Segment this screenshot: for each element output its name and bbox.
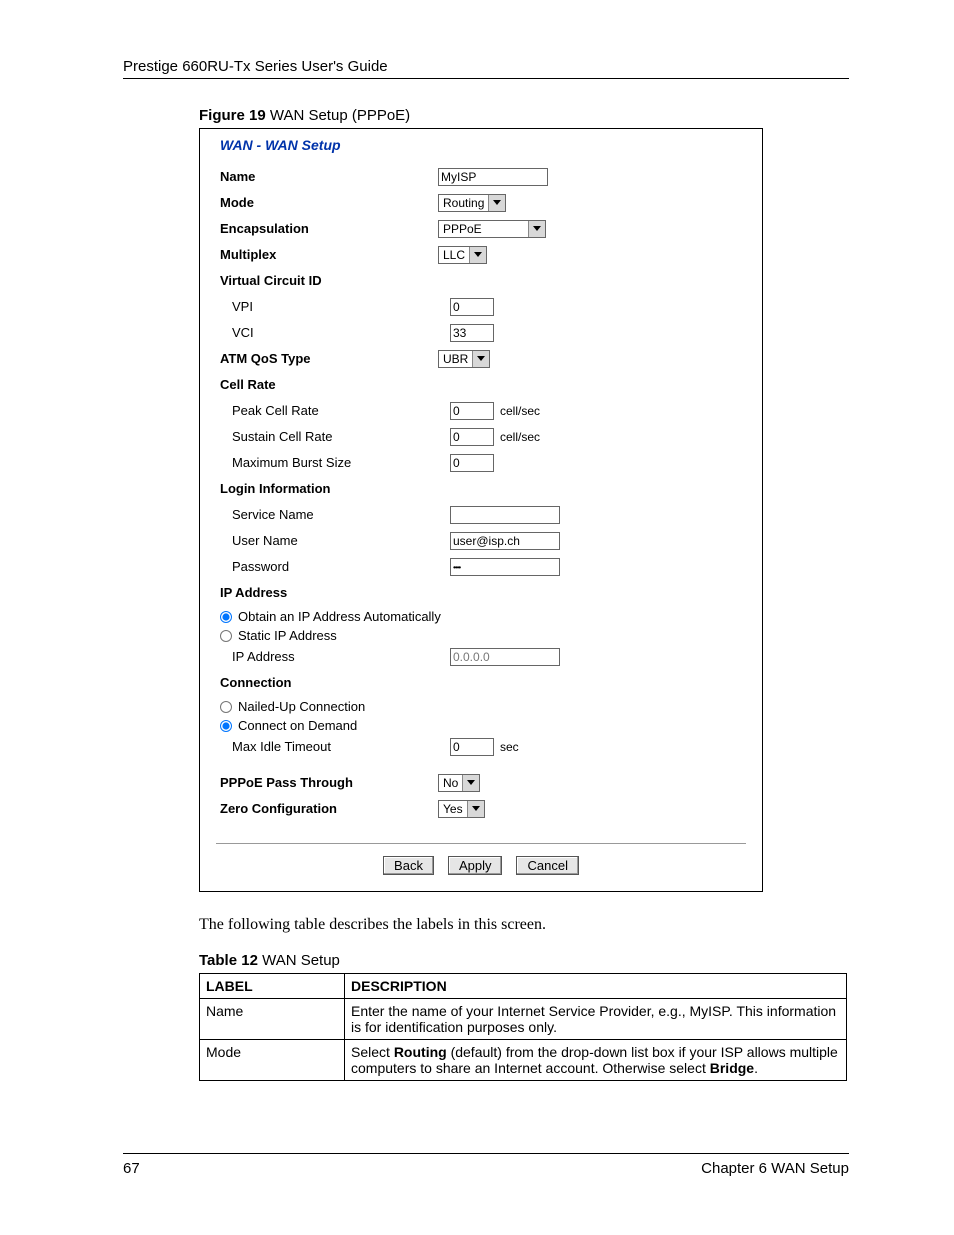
table-cell: Enter the name of your Internet Service …: [345, 999, 847, 1040]
cellrate-label: Cell Rate: [220, 375, 438, 395]
cancel-button[interactable]: Cancel: [516, 856, 578, 875]
zero-config-select[interactable]: Yes: [438, 800, 485, 818]
ip-auto-radio[interactable]: [220, 611, 232, 623]
scr-unit: cell/sec: [498, 427, 540, 447]
vci-input[interactable]: [450, 324, 494, 342]
pcr-unit: cell/sec: [498, 401, 540, 421]
mode-label: Mode: [220, 193, 438, 213]
table-header-description: DESCRIPTION: [345, 974, 847, 999]
ondemand-text: Connect on Demand: [238, 718, 357, 733]
vci-label: VCI: [220, 323, 450, 343]
idle-input[interactable]: [450, 738, 494, 756]
zero-config-label: Zero Configuration: [220, 799, 438, 819]
chevron-down-icon: [488, 195, 505, 211]
vpi-input[interactable]: [450, 298, 494, 316]
password-label: Password: [220, 557, 450, 577]
chevron-down-icon: [528, 221, 545, 237]
table-row: Mode Select Routing (default) from the d…: [200, 1040, 847, 1081]
scr-input[interactable]: [450, 428, 494, 446]
pppoe-passthrough-value: No: [439, 775, 462, 791]
doc-title: Prestige 660RU-Tx Series User's Guide: [123, 58, 849, 75]
pppoe-passthrough-select[interactable]: No: [438, 774, 480, 792]
multiplex-select-value: LLC: [439, 247, 469, 263]
table-cell: Mode: [200, 1040, 345, 1081]
ip-static-text: Static IP Address: [238, 628, 337, 643]
qos-select[interactable]: UBR: [438, 350, 490, 368]
body-paragraph: The following table describes the labels…: [199, 916, 849, 934]
password-input[interactable]: [450, 558, 560, 576]
service-name-label: Service Name: [220, 505, 450, 525]
qos-select-value: UBR: [439, 351, 472, 367]
idle-label: Max Idle Timeout: [220, 737, 450, 757]
chevron-down-icon: [462, 775, 479, 791]
pppoe-passthrough-label: PPPoE Pass Through: [220, 773, 438, 793]
panel-title: WAN - WAN Setup: [220, 137, 742, 153]
chevron-down-icon: [469, 247, 486, 263]
mbs-label: Maximum Burst Size: [220, 453, 450, 473]
name-label: Name: [220, 167, 438, 187]
multiplex-label: Multiplex: [220, 245, 438, 265]
encapsulation-label: Encapsulation: [220, 219, 438, 239]
zero-config-value: Yes: [439, 801, 467, 817]
username-label: User Name: [220, 531, 450, 551]
scr-label: Sustain Cell Rate: [220, 427, 450, 447]
vcid-label: Virtual Circuit ID: [220, 271, 438, 291]
nailed-radio[interactable]: [220, 701, 232, 713]
wan-setup-panel: WAN - WAN Setup Name Mode Routing Encaps…: [199, 128, 763, 892]
ondemand-radio[interactable]: [220, 720, 232, 732]
ip-auto-text: Obtain an IP Address Automatically: [238, 609, 441, 624]
mbs-input[interactable]: [450, 454, 494, 472]
nailed-text: Nailed-Up Connection: [238, 699, 365, 714]
pcr-input[interactable]: [450, 402, 494, 420]
ip-field-label: IP Address: [220, 647, 450, 667]
back-button[interactable]: Back: [383, 856, 434, 875]
username-input[interactable]: [450, 532, 560, 550]
chevron-down-icon: [472, 351, 489, 367]
mode-select[interactable]: Routing: [438, 194, 506, 212]
figure-number: Figure 19: [199, 107, 266, 124]
figure-text: WAN Setup (PPPoE): [266, 107, 411, 124]
wan-setup-table: LABEL DESCRIPTION Name Enter the name of…: [199, 973, 847, 1081]
figure-caption: Figure 19 WAN Setup (PPPoE): [199, 107, 849, 124]
page-number: 67: [123, 1160, 140, 1177]
vpi-label: VPI: [220, 297, 450, 317]
table-text: WAN Setup: [258, 952, 340, 969]
table-caption: Table 12 WAN Setup: [199, 952, 849, 969]
ip-field-input[interactable]: [450, 648, 560, 666]
table-header-label: LABEL: [200, 974, 345, 999]
table-number: Table 12: [199, 952, 258, 969]
idle-unit: sec: [498, 737, 519, 757]
chapter-title: Chapter 6 WAN Setup: [701, 1160, 849, 1177]
ipaddress-label: IP Address: [220, 583, 438, 603]
table-cell: Name: [200, 999, 345, 1040]
panel-separator: [216, 843, 746, 844]
footer-rule: [123, 1153, 849, 1154]
multiplex-select[interactable]: LLC: [438, 246, 487, 264]
connection-label: Connection: [220, 673, 438, 693]
qos-label: ATM QoS Type: [220, 349, 438, 369]
login-label: Login Information: [220, 479, 438, 499]
chevron-down-icon: [467, 801, 484, 817]
name-input[interactable]: [438, 168, 548, 186]
encapsulation-select-value: PPPoE: [439, 221, 486, 237]
service-name-input[interactable]: [450, 506, 560, 524]
encapsulation-select[interactable]: PPPoE: [438, 220, 546, 238]
header-rule: [123, 78, 849, 79]
pcr-label: Peak Cell Rate: [220, 401, 450, 421]
table-row: Name Enter the name of your Internet Ser…: [200, 999, 847, 1040]
apply-button[interactable]: Apply: [448, 856, 503, 875]
ip-static-radio[interactable]: [220, 630, 232, 642]
mode-select-value: Routing: [439, 195, 488, 211]
table-cell: Select Routing (default) from the drop-d…: [345, 1040, 847, 1081]
